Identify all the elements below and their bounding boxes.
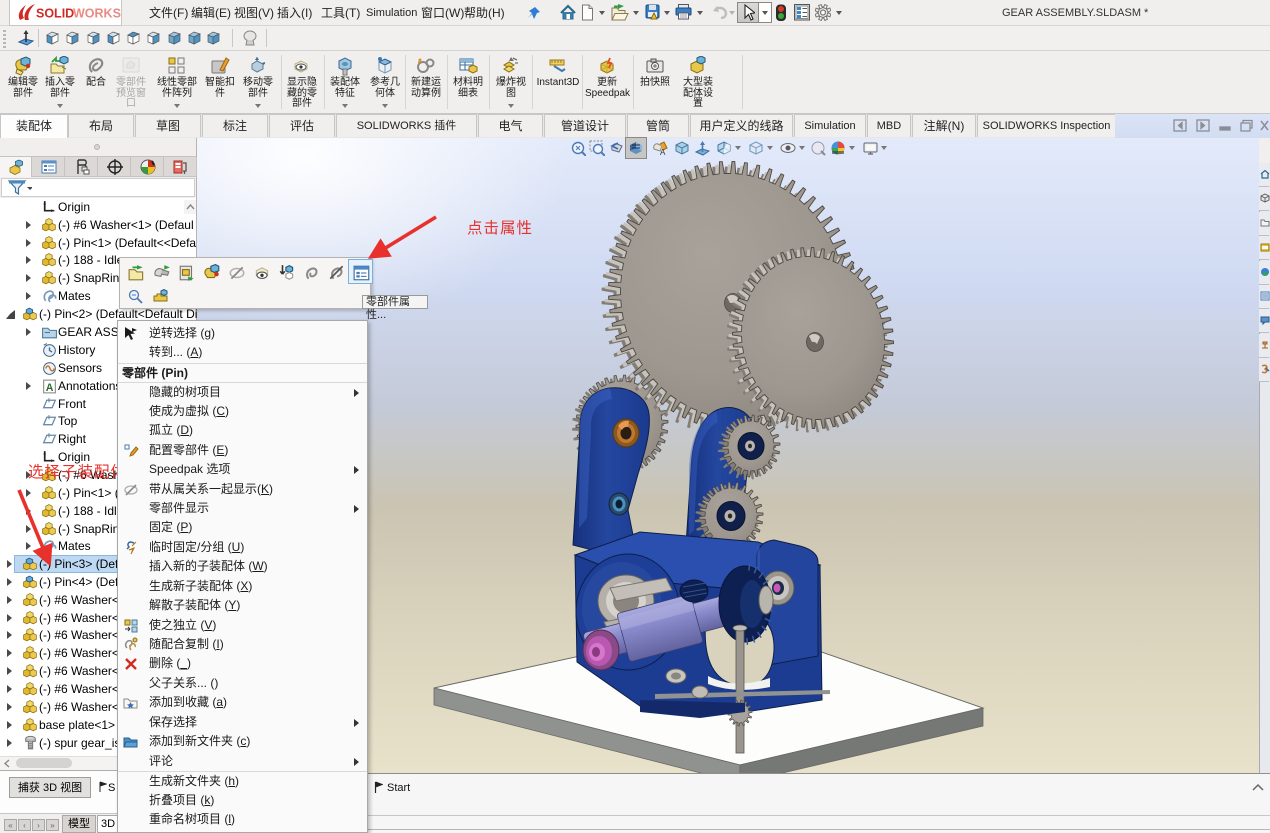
svg-text:A: A	[46, 382, 54, 394]
svg-text:A: A	[660, 148, 666, 156]
